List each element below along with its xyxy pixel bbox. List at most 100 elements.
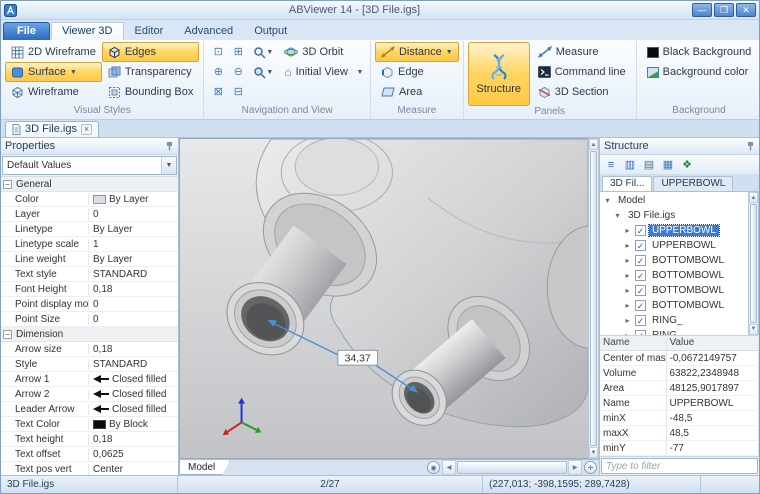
chevron-down-icon[interactable]: ▾ [603,196,612,205]
export-structure-icon[interactable]: ▦ [660,157,676,173]
property-value[interactable]: 1 [89,239,178,250]
3d-canvas[interactable]: 34,37 [179,138,588,459]
structure-prop-row[interactable]: Area 48125,9017897 [600,381,759,396]
horizontal-scroll-thumb[interactable] [457,461,567,474]
preset-dropdown[interactable]: Default Values ▼ [2,156,177,175]
chevron-down-icon[interactable]: ▾ [613,211,622,220]
tab-editor[interactable]: Editor [125,23,174,40]
property-value[interactable]: Closed filled [89,389,178,400]
structure-prop-row[interactable]: minY -77 [600,441,759,456]
property-section-header[interactable]: − Dimension [1,327,178,342]
visibility-checkbox[interactable]: ✓ [635,270,646,281]
tree-scroll-thumb[interactable] [750,204,757,323]
scroll-down-icon[interactable]: ▼ [749,324,758,335]
property-value[interactable]: 0 [89,299,178,310]
property-value[interactable]: 0,18 [89,344,178,355]
2d-wireframe-button[interactable]: 2D Wireframe [5,42,102,62]
pin-icon[interactable] [746,141,755,151]
visibility-checkbox[interactable]: ✓ [635,240,646,251]
background-color-button[interactable]: Background color [641,62,755,82]
scroll-left-icon[interactable]: ◀ [442,460,456,475]
layout-list-button[interactable]: ◉ [427,461,440,474]
chevron-right-icon[interactable]: ▸ [623,256,632,265]
columns-view-icon[interactable]: ▥ [622,157,638,173]
vertical-scroll-thumb[interactable] [590,151,597,446]
chevron-right-icon[interactable]: ▸ [623,286,632,295]
property-row[interactable]: Style STANDARD [1,357,178,372]
property-row[interactable]: Linetype scale 1 [1,237,178,252]
property-row[interactable]: Text style STANDARD [1,267,178,282]
previous-view-button[interactable]: ⊠ [208,82,228,102]
visibility-checkbox[interactable]: ✓ [635,300,646,311]
tree-item[interactable]: ▸ ✓ UPPERBOWL [600,223,748,238]
property-row[interactable]: Leader Arrow Closed filled [1,402,178,417]
structure-prop-row[interactable]: Center of mass -0,0672149757 [600,351,759,366]
tree-refresh-icon[interactable]: ❖ [679,157,695,173]
collapse-icon[interactable]: − [3,330,12,339]
tree-node-model[interactable]: ▾ Model [600,193,748,208]
tab-output[interactable]: Output [244,23,297,40]
minimize-button[interactable]: — [692,3,712,17]
edges-button[interactable]: Edges [102,42,200,62]
command-line-button[interactable]: Command line [532,62,632,82]
tree-item[interactable]: ▸ ✓ UPPERBOWL [600,238,748,253]
property-row[interactable]: Arrow 1 Closed filled [1,372,178,387]
property-row[interactable]: Point Size 0 [1,312,178,327]
view-dropdown-button[interactable]: ▼ [248,62,278,82]
property-value[interactable]: Closed filled [89,404,178,415]
zoom-window-button[interactable]: ⊞ [228,42,248,62]
tree-item[interactable]: ▸ ✓ BOTTOMBOWL [600,298,748,313]
property-value[interactable]: By Layer [89,194,178,205]
structure-prop-row[interactable]: Name UPPERBOWL [600,396,759,411]
property-value[interactable]: 0,18 [89,434,178,445]
structure-tab-file[interactable]: 3D Fil... [602,176,652,191]
chevron-right-icon[interactable]: ▸ [623,301,632,310]
property-row[interactable]: Text offset 0,0625 [1,447,178,462]
structure-tab-upperbowl[interactable]: UPPERBOWL [653,176,733,191]
views-button[interactable]: ⊟ [228,82,248,102]
property-row[interactable]: Text pos vert Center [1,462,178,475]
chevron-right-icon[interactable]: ▸ [623,331,632,335]
wireframe-button[interactable]: Wireframe [5,82,102,102]
scroll-right-icon[interactable]: ▶ [568,460,582,475]
scroll-up-icon[interactable]: ▲ [749,192,758,203]
zoom-in-button[interactable]: ⊕ [208,62,228,82]
filter-input[interactable] [601,458,758,474]
measure-panel-button[interactable]: Measure [532,42,632,62]
structure-prop-row[interactable]: minX -48,5 [600,411,759,426]
pan-button[interactable]: ⊡ [208,42,228,62]
tree-item[interactable]: ▸ ✓ BOTTOMBOWL [600,283,748,298]
tree-scrollbar[interactable]: ▲ ▼ [748,192,759,335]
property-value[interactable]: By Layer [89,224,178,235]
chevron-right-icon[interactable]: ▸ [623,241,632,250]
property-row[interactable]: Color By Layer [1,192,178,207]
3d-section-button[interactable]: 3D Section [532,82,632,102]
property-row[interactable]: Line weight By Layer [1,252,178,267]
property-value[interactable]: 0 [89,209,178,220]
chevron-down-icon[interactable]: ▼ [161,157,176,174]
distance-button[interactable]: Distance ▼ [375,42,459,62]
visibility-checkbox[interactable]: ✓ [635,285,646,296]
chevron-right-icon[interactable]: ▸ [623,271,632,280]
property-row[interactable]: Arrow 2 Closed filled [1,387,178,402]
zoom-out-button[interactable]: ⊖ [228,62,248,82]
visibility-checkbox[interactable]: ✓ [635,330,646,335]
table-view-icon[interactable]: ▤ [641,157,657,173]
tree-item[interactable]: ▸ ✓ BOTTOMBOWL [600,268,748,283]
file-menu-button[interactable]: File [3,22,50,40]
property-value[interactable]: 0 [89,314,178,325]
chevron-right-icon[interactable]: ▸ [623,316,632,325]
collapse-icon[interactable]: − [3,180,12,189]
status-page-indicator[interactable]: 2/27 [178,476,483,493]
property-value[interactable]: Center [89,464,178,475]
property-row[interactable]: Text Color By Block [1,417,178,432]
pan-widget-button[interactable]: ✛ [584,461,597,474]
initial-view-button[interactable]: ⌂ Initial View [278,62,354,82]
maximize-button[interactable]: ❐ [714,3,734,17]
visibility-checkbox[interactable]: ✓ [635,255,646,266]
property-row[interactable]: Arrow size 0,18 [1,342,178,357]
property-value[interactable]: Closed filled [89,374,178,385]
bounding-box-button[interactable]: Bounding Box [102,82,200,102]
property-section-header[interactable]: − General [1,177,178,192]
scroll-up-icon[interactable]: ▲ [589,139,598,150]
